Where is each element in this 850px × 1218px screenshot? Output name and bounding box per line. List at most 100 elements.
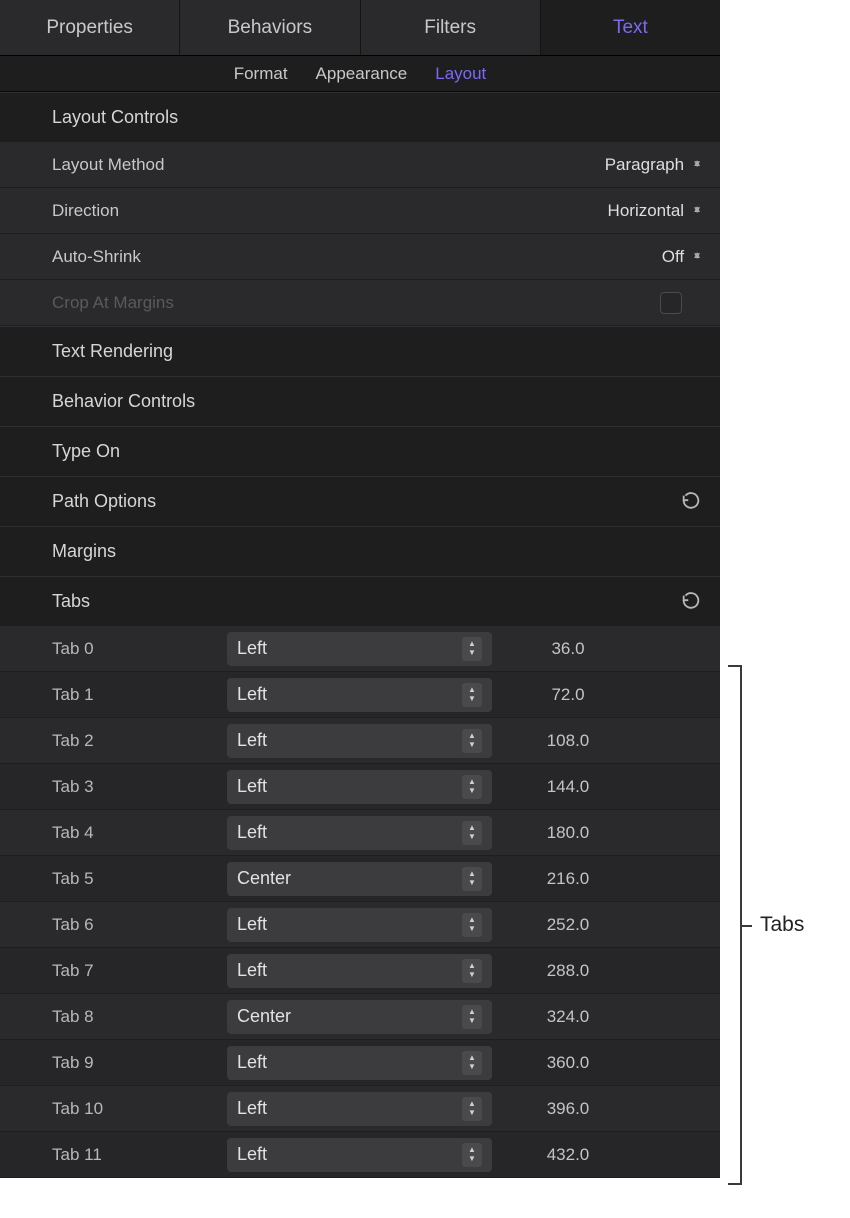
tab-row: Tab 11Left▲▼432.0 — [0, 1132, 720, 1178]
tab-row: Tab 6Left▲▼252.0 — [0, 902, 720, 948]
tab-position-value[interactable]: 72.0 — [504, 685, 702, 705]
tab-position-value[interactable]: 396.0 — [504, 1099, 702, 1119]
tab-label: Properties — [46, 17, 133, 39]
tab-row: Tab 0Left▲▼ 36.0 — [0, 626, 720, 672]
tab-properties[interactable]: Properties — [0, 0, 180, 55]
tab-row: Tab 3Left▲▼144.0 — [0, 764, 720, 810]
select-value: Left — [237, 730, 462, 751]
select-value: Left — [237, 822, 462, 843]
reset-icon[interactable] — [680, 591, 702, 613]
stepper-arrows-icon: ▲▼ — [692, 210, 702, 211]
tab-align-select[interactable]: Left▲▼ — [227, 1138, 492, 1172]
tab-align-select[interactable]: Left▲▼ — [227, 632, 492, 666]
stepper-arrows-icon: ▲▼ — [462, 775, 482, 799]
tab-align-select[interactable]: Left▲▼ — [227, 770, 492, 804]
tab-position-value[interactable]: 144.0 — [504, 777, 702, 797]
subtab-format[interactable]: Format — [234, 64, 288, 84]
param-label: Crop At Margins — [52, 293, 272, 313]
tabs-parameter-list: Tab 0Left▲▼36.0Tab 1Left▲▼72.0Tab 2Left▲… — [0, 626, 720, 1178]
tab-row-label: Tab 8 — [52, 1007, 227, 1027]
section-tabs[interactable]: Tabs — [0, 576, 720, 626]
layout-method-popup[interactable]: Paragraph ▲▼ — [605, 155, 702, 175]
section-behavior-controls[interactable]: Behavior Controls — [0, 376, 720, 426]
select-value: Left — [237, 914, 462, 935]
tab-align-select[interactable]: Left▲▼ — [227, 724, 492, 758]
bracket-icon — [728, 665, 742, 1185]
select-value: Left — [237, 684, 462, 705]
section-type-on[interactable]: Type On — [0, 426, 720, 476]
tab-row-label: Tab 3 — [52, 777, 227, 797]
tab-position-value[interactable]: 288.0 — [504, 961, 702, 981]
param-crop-at-margins: Crop At Margins — [0, 280, 720, 326]
tab-align-select[interactable]: Left▲▼ — [227, 954, 492, 988]
section-margins[interactable]: Margins — [0, 526, 720, 576]
direction-popup[interactable]: Horizontal ▲▼ — [608, 201, 702, 221]
tab-row-label: Tab 1 — [52, 685, 227, 705]
tab-align-select[interactable]: Left▲▼ — [227, 908, 492, 942]
tab-position-value[interactable]: 108.0 — [504, 731, 702, 751]
tab-align-select[interactable]: Left▲▼ — [227, 1046, 492, 1080]
tab-position-value[interactable]: 360.0 — [504, 1053, 702, 1073]
param-layout-method: Layout Method Paragraph ▲▼ — [0, 142, 720, 188]
stepper-arrows-icon: ▲▼ — [462, 821, 482, 845]
subtab-layout[interactable]: Layout — [435, 64, 486, 84]
tab-align-select[interactable]: Center▲▼ — [227, 862, 492, 896]
select-value: Left — [237, 1144, 462, 1165]
tab-position-value[interactable]: 36.0 — [504, 639, 702, 659]
tab-label: Text — [613, 17, 648, 39]
tab-position-value[interactable]: 216.0 — [504, 869, 702, 889]
tab-row: Tab 9Left▲▼360.0 — [0, 1040, 720, 1086]
popup-value: Paragraph — [605, 155, 684, 175]
subtab-appearance[interactable]: Appearance — [316, 64, 408, 84]
reset-icon[interactable] — [680, 491, 702, 513]
auto-shrink-popup[interactable]: Off ▲▼ — [662, 247, 702, 267]
tab-row-label: Tab 6 — [52, 915, 227, 935]
tab-align-select[interactable]: Center▲▼ — [227, 1000, 492, 1034]
popup-value: Off — [662, 247, 684, 267]
tab-row: Tab 10Left▲▼396.0 — [0, 1086, 720, 1132]
select-value: Left — [237, 638, 462, 659]
section-layout-controls[interactable]: Layout Controls — [0, 92, 720, 142]
stepper-arrows-icon: ▲▼ — [462, 959, 482, 983]
tab-row-label: Tab 11 — [52, 1145, 227, 1165]
tab-row: Tab 4Left▲▼180.0 — [0, 810, 720, 856]
param-auto-shrink: Auto-Shrink Off ▲▼ — [0, 234, 720, 280]
tab-position-value[interactable]: 180.0 — [504, 823, 702, 843]
select-value: Left — [237, 1052, 462, 1073]
tab-row-label: Tab 0 — [52, 639, 227, 659]
tab-label: Behaviors — [228, 17, 313, 39]
select-value: Center — [237, 868, 462, 889]
tab-row-label: Tab 5 — [52, 869, 227, 889]
inspector-panel: Properties Behaviors Filters Text Format… — [0, 0, 720, 1178]
tab-row-label: Tab 9 — [52, 1053, 227, 1073]
tab-text[interactable]: Text — [541, 0, 720, 55]
tab-filters[interactable]: Filters — [361, 0, 541, 55]
tab-row: Tab 5Center▲▼216.0 — [0, 856, 720, 902]
popup-value: Horizontal — [608, 201, 685, 221]
select-value: Left — [237, 960, 462, 981]
tab-align-select[interactable]: Left▲▼ — [227, 1092, 492, 1126]
stepper-arrows-icon: ▲▼ — [462, 729, 482, 753]
section-path-options[interactable]: Path Options — [0, 476, 720, 526]
tab-row: Tab 8Center▲▼ 324.0 — [0, 994, 720, 1040]
tab-position-value[interactable]: 324.0 — [504, 1007, 702, 1027]
tab-align-select[interactable]: Left▲▼ — [227, 816, 492, 850]
stepper-arrows-icon: ▲▼ — [462, 913, 482, 937]
stepper-arrows-icon: ▲▼ — [462, 1051, 482, 1075]
tab-position-value[interactable]: 252.0 — [504, 915, 702, 935]
stepper-arrows-icon: ▲▼ — [462, 867, 482, 891]
tab-align-select[interactable]: Left▲▼ — [227, 678, 492, 712]
main-tab-bar: Properties Behaviors Filters Text — [0, 0, 720, 56]
layout-controls-params: Layout Method Paragraph ▲▼ Direction Hor… — [0, 142, 720, 326]
stepper-arrows-icon: ▲▼ — [462, 1143, 482, 1167]
crop-at-margins-checkbox — [660, 292, 682, 314]
tab-position-value[interactable]: 432.0 — [504, 1145, 702, 1165]
section-text-rendering[interactable]: Text Rendering — [0, 326, 720, 376]
select-value: Left — [237, 776, 462, 797]
tab-row: Tab 7Left▲▼288.0 — [0, 948, 720, 994]
sub-tab-bar: Format Appearance Layout — [0, 56, 720, 92]
stepper-arrows-icon: ▲▼ — [692, 164, 702, 165]
tab-behaviors[interactable]: Behaviors — [180, 0, 360, 55]
select-value: Left — [237, 1098, 462, 1119]
stepper-arrows-icon: ▲▼ — [462, 683, 482, 707]
